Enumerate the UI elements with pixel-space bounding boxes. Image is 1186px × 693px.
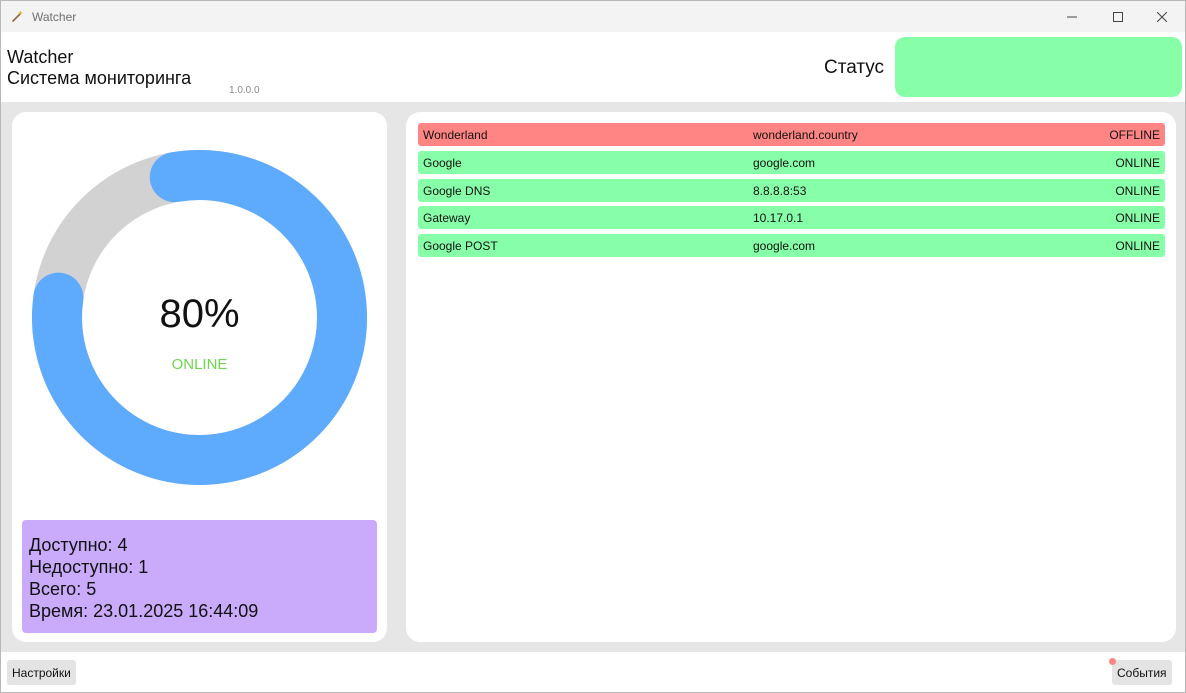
service-state: ONLINE [1115, 239, 1160, 253]
close-button[interactable] [1139, 1, 1185, 32]
service-row[interactable]: Google DNS 8.8.8.8:53 ONLINE [418, 179, 1165, 202]
close-icon [1157, 11, 1167, 22]
service-name: Wonderland [423, 128, 488, 142]
service-state: ONLINE [1115, 184, 1160, 198]
services-panel: Wonderland wonderland.country OFFLINE Go… [406, 112, 1176, 642]
service-address: wonderland.country [753, 128, 858, 142]
service-row[interactable]: Google google.com ONLINE [418, 151, 1165, 174]
title-bar[interactable]: Watcher [1, 1, 1185, 32]
summary-panel: 80% ONLINE Доступно: 4 Недоступно: 1 Все… [12, 112, 387, 642]
app-subtitle: Система мониторинга [7, 68, 192, 88]
maximize-button[interactable] [1095, 1, 1141, 32]
app-header: Watcher Система мониторинга 1.0.0.0 Стат… [1, 32, 1185, 102]
stat-total: Всего: 5 [29, 579, 97, 599]
app-name: Watcher [7, 47, 74, 67]
app-window: Watcher Watcher Система мониторинга 1.0.… [0, 0, 1186, 693]
service-address: 10.17.0.1 [753, 211, 804, 225]
overall-status-text: ONLINE [171, 356, 228, 373]
app-footer: Настройки События [1, 652, 1185, 692]
stats-summary: Доступно: 4 Недоступно: 1 Всего: 5 Время… [22, 520, 377, 633]
availability-percent: 80% [159, 292, 240, 336]
main-content: 80% ONLINE Доступно: 4 Недоступно: 1 Все… [1, 102, 1185, 652]
maximize-icon [1113, 11, 1123, 22]
minimize-button[interactable] [1049, 1, 1095, 32]
service-name: Google POST [423, 239, 498, 253]
minimize-icon [1067, 16, 1077, 17]
service-address: google.com [753, 239, 816, 253]
status-label: Статус [824, 57, 885, 78]
service-address: 8.8.8.8:53 [753, 184, 807, 198]
service-name: Gateway [423, 211, 471, 225]
app-version: 1.0.0.0 [229, 85, 260, 96]
service-row[interactable]: Gateway 10.17.0.1 ONLINE [418, 206, 1165, 229]
service-row[interactable]: Google POST google.com ONLINE [418, 234, 1165, 257]
service-name: Google DNS [423, 184, 491, 198]
service-state: ONLINE [1115, 156, 1160, 170]
events-notification-dot [1109, 658, 1116, 665]
service-state: OFFLINE [1109, 128, 1160, 142]
service-state: ONLINE [1115, 211, 1160, 225]
service-row[interactable]: Wonderland wonderland.country OFFLINE [418, 123, 1165, 146]
service-name: Google [423, 156, 462, 170]
wand-icon [12, 10, 23, 22]
window-title: Watcher [32, 10, 77, 24]
stat-unavailable: Недоступно: 1 [29, 557, 149, 577]
stat-time: Время: 23.01.2025 16:44:09 [29, 601, 259, 621]
stat-available: Доступно: 4 [29, 535, 128, 555]
service-address: google.com [753, 156, 816, 170]
events-button[interactable]: События [1112, 660, 1172, 685]
settings-button[interactable]: Настройки [7, 660, 76, 685]
status-indicator [895, 37, 1182, 97]
